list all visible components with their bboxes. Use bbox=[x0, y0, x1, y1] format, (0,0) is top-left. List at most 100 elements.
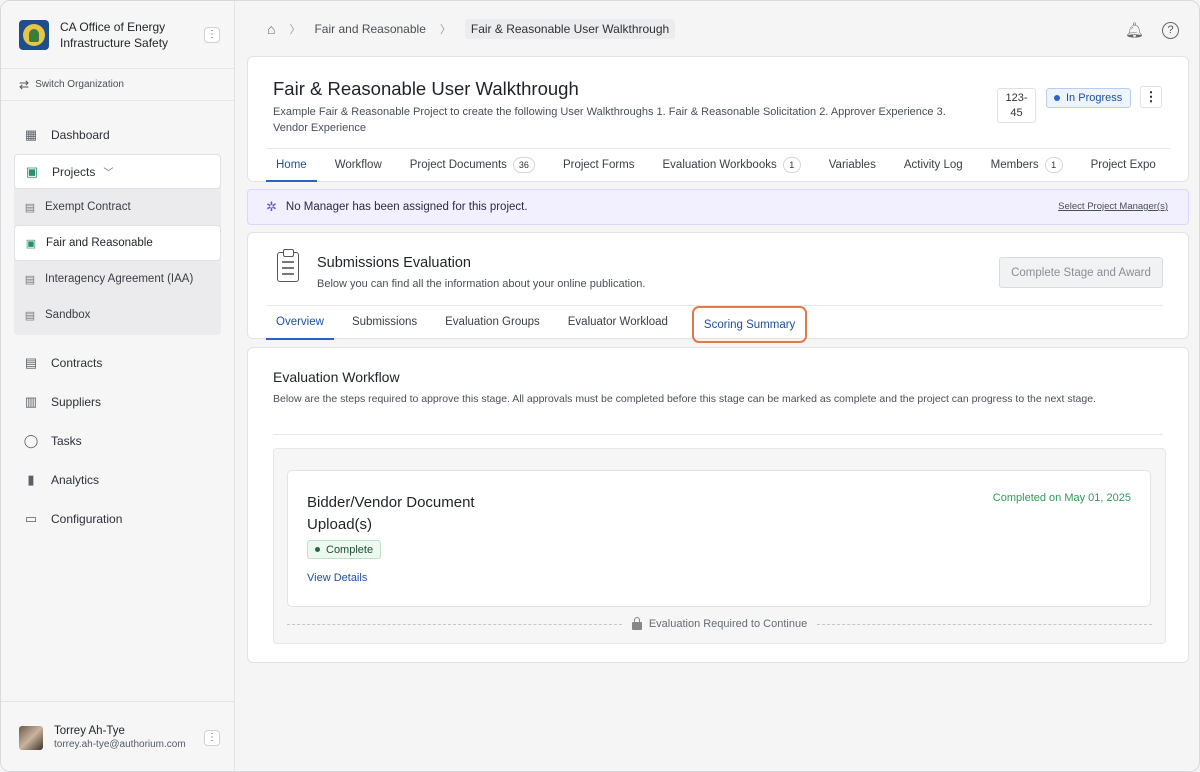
sidebar-item-projects[interactable]: ▣ Projects ﹀ bbox=[14, 154, 221, 189]
evaluation-tabs: Overview Submissions Evaluation Groups E… bbox=[266, 305, 1163, 343]
switch-icon: ⇄ bbox=[19, 77, 30, 92]
project-description: Example Fair & Reasonable Project to cre… bbox=[273, 106, 946, 134]
user-profile: Torrey Ah-Tye torrey.ah-tye@authorium.co… bbox=[1, 701, 234, 771]
sidebar-item-dashboard[interactable]: ▦ Dashboard bbox=[14, 115, 221, 154]
home-icon[interactable]: ⌂ bbox=[267, 21, 275, 37]
briefcase-icon: ▣ bbox=[25, 237, 37, 250]
sidebar-item-contracts[interactable]: ▤ Contracts bbox=[14, 343, 221, 382]
tab-label: Members bbox=[990, 158, 1039, 171]
project-id-line2: 45 bbox=[1010, 107, 1023, 119]
bell-icon[interactable]: 🔔︎ bbox=[1125, 21, 1144, 39]
sidebar-item-sandbox[interactable]: ▤ Sandbox bbox=[14, 297, 221, 333]
tab-members[interactable]: Members 1 bbox=[981, 149, 1073, 182]
sidebar-item-label: Sandbox bbox=[45, 309, 91, 321]
tab-home[interactable]: Home bbox=[266, 149, 317, 182]
submissions-evaluation-card: Submissions Evaluation Below you can fin… bbox=[247, 232, 1189, 343]
help-icon[interactable]: ? bbox=[1162, 21, 1179, 39]
building-icon: ▥ bbox=[24, 393, 38, 409]
sidebar-item-label: Tasks bbox=[51, 433, 82, 448]
gate-text: Evaluation Required to Continue bbox=[648, 618, 808, 630]
sidebar-item-analytics[interactable]: ▮ Analytics bbox=[14, 460, 221, 499]
tab-variables[interactable]: Variables bbox=[819, 149, 886, 182]
tab-evaluation-groups[interactable]: Evaluation Groups bbox=[435, 306, 550, 340]
sidebar-item-exempt-contract[interactable]: ▤ Exempt Contract bbox=[14, 189, 221, 225]
user-menu-button[interactable]: ⋮ bbox=[204, 729, 220, 746]
tab-evaluator-workload[interactable]: Evaluator Workload bbox=[558, 306, 678, 340]
step-title: Bidder/Vendor Document Upload(s) bbox=[307, 494, 475, 533]
evaluation-workflow-card: Evaluation Workflow Below are the steps … bbox=[247, 347, 1189, 663]
dashboard-icon: ▦ bbox=[24, 126, 38, 142]
sidebar-item-suppliers[interactable]: ▥ Suppliers bbox=[14, 382, 221, 421]
sidebar-item-configuration[interactable]: ▭ Configuration bbox=[14, 499, 221, 538]
tab-activity-log[interactable]: Activity Log bbox=[894, 149, 973, 182]
sidebar-item-label: Analytics bbox=[51, 472, 100, 487]
topbar: ⌂ 〉 Fair and Reasonable 〉 Fair & Reasona… bbox=[235, 1, 1199, 57]
sidebar-item-fair-and-reasonable[interactable]: ▣ Fair and Reasonable bbox=[14, 225, 221, 261]
divider bbox=[273, 434, 1163, 435]
project-menu-button[interactable]: ⋮ bbox=[1140, 86, 1162, 108]
tab-label: Evaluator Workload bbox=[567, 316, 668, 328]
tab-label: Overview bbox=[276, 316, 324, 328]
avatar bbox=[19, 725, 43, 750]
tab-project-documents[interactable]: Project Documents 36 bbox=[400, 149, 545, 182]
org-header: CA Office of Energy Infrastructure Safet… bbox=[1, 1, 234, 69]
bar-chart-icon: ▮ bbox=[27, 471, 35, 487]
chevron-down-icon: ﹀ bbox=[103, 168, 114, 179]
tab-project-export[interactable]: Project Expo bbox=[1081, 149, 1166, 182]
tab-evaluation-workbooks[interactable]: Evaluation Workbooks 1 bbox=[653, 149, 811, 182]
tab-submissions[interactable]: Submissions bbox=[342, 306, 427, 340]
status-badge: In Progress bbox=[1046, 88, 1132, 108]
count-badge: 36 bbox=[512, 156, 535, 173]
sparkle-icon: ✲ bbox=[266, 199, 277, 214]
projects-group: ▣ Projects ﹀ ▤ Exempt Contract ▣ Fair an… bbox=[14, 154, 221, 335]
project-id-line1: 123- bbox=[1005, 92, 1028, 104]
sidebar-item-iaa[interactable]: ▤ Interagency Agreement (IAA) bbox=[14, 261, 221, 297]
user-name: Torrey Ah-Tye bbox=[54, 725, 125, 737]
workflow-step: Bidder/Vendor Document Upload(s) Complet… bbox=[287, 470, 1151, 607]
tab-label: Evaluation Workbooks bbox=[662, 158, 777, 171]
tab-overview[interactable]: Overview bbox=[266, 306, 334, 340]
page-title: Fair & Reasonable User Walkthrough bbox=[273, 78, 579, 99]
evaluation-gate: Evaluation Required to Continue bbox=[287, 616, 1153, 631]
tab-label: Project Expo bbox=[1090, 158, 1156, 171]
divider bbox=[817, 623, 1153, 625]
tab-scoring-summary[interactable]: Scoring Summary bbox=[691, 306, 808, 343]
document-icon: ▤ bbox=[24, 201, 36, 214]
count-badge: 1 bbox=[782, 156, 801, 173]
breadcrumb-current: Fair & Reasonable User Walkthrough bbox=[464, 19, 676, 39]
chevron-right-icon: 〉 bbox=[439, 24, 451, 36]
section-description: Below are the steps required to approve … bbox=[273, 393, 1096, 405]
workflow-steps: Bidder/Vendor Document Upload(s) Complet… bbox=[273, 448, 1166, 644]
status-dot-icon bbox=[315, 547, 320, 552]
complete-stage-button[interactable]: Complete Stage and Award bbox=[999, 257, 1163, 288]
view-details-link[interactable]: View Details bbox=[307, 572, 367, 584]
status-label: Complete bbox=[326, 543, 374, 556]
section-subtitle: Below you can find all the information a… bbox=[317, 278, 646, 290]
switch-organization[interactable]: ⇄ Switch Organization bbox=[1, 69, 234, 101]
lock-icon bbox=[631, 616, 642, 630]
tab-label: Scoring Summary bbox=[703, 318, 796, 331]
tab-label: Variables bbox=[828, 158, 876, 171]
project-tabs: Home Workflow Project Documents 36 Projec… bbox=[266, 148, 1170, 182]
status-badge: Complete bbox=[307, 540, 382, 559]
tab-project-forms[interactable]: Project Forms bbox=[553, 149, 645, 182]
org-name: CA Office of Energy Infrastructure Safet… bbox=[60, 19, 169, 50]
user-info: Torrey Ah-Tye torrey.ah-tye@authorium.co… bbox=[54, 724, 204, 751]
check-circle-icon: ◯ bbox=[23, 432, 39, 448]
briefcase-icon: ▣ bbox=[25, 163, 39, 179]
tab-workflow[interactable]: Workflow bbox=[325, 149, 392, 182]
manager-banner: ✲ No Manager has been assigned for this … bbox=[247, 189, 1189, 225]
tab-label: Project Documents bbox=[409, 158, 507, 171]
sidebar-item-label: Contracts bbox=[51, 355, 103, 370]
tab-label: Activity Log bbox=[903, 158, 963, 171]
document-icon: ▤ bbox=[24, 309, 36, 322]
sidebar-item-label: Fair and Reasonable bbox=[46, 237, 153, 249]
org-menu-button[interactable]: ⋮ bbox=[204, 26, 220, 43]
document-icon: ▤ bbox=[24, 273, 36, 286]
sidebar-item-label: Configuration bbox=[51, 511, 123, 526]
banner-text: No Manager has been assigned for this pr… bbox=[285, 201, 528, 213]
status-label: In Progress bbox=[1066, 92, 1123, 104]
sidebar-item-tasks[interactable]: ◯ Tasks bbox=[14, 421, 221, 460]
breadcrumb-parent[interactable]: Fair and Reasonable bbox=[314, 22, 425, 36]
select-project-manager-link[interactable]: Select Project Manager(s) bbox=[1058, 201, 1168, 212]
